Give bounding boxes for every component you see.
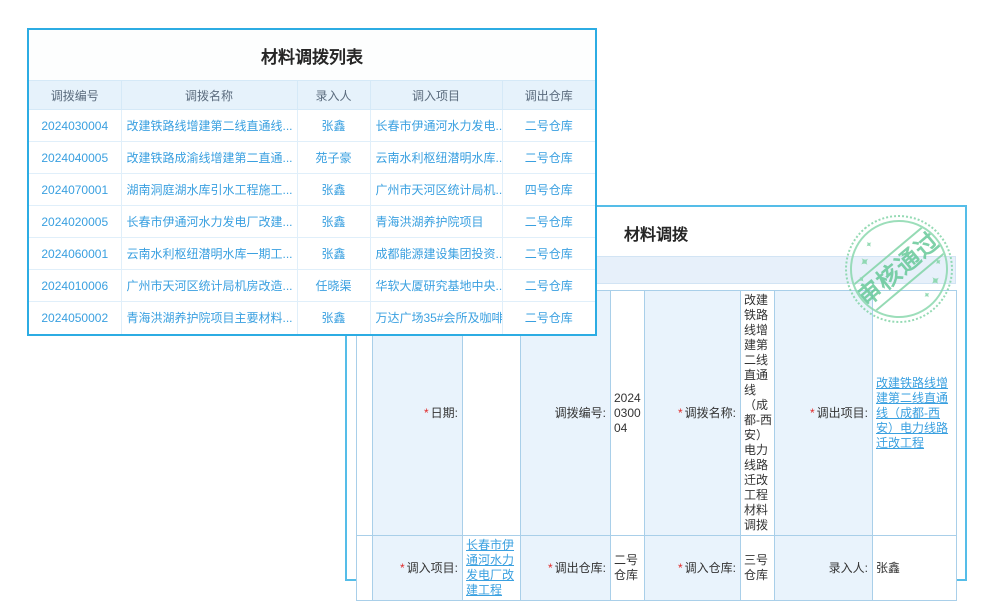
table-row[interactable]: 2024070001湖南洞庭湖水库引水工程施工...张鑫广州市天河区统计局机..… [29,174,595,206]
required-asterisk: * [678,406,683,420]
column-header: 录入人 [297,81,370,110]
list-title: 材料调拨列表 [29,30,595,80]
transfer-name-label: *调拨名称: [645,291,741,536]
table-cell: 广州市天河区统计局机... [370,174,502,206]
table-cell: 云南水利枢纽潜明水库一期工... [121,238,297,270]
table-cell: 2024070001 [29,174,121,206]
table-row[interactable]: 2024060001云南水利枢纽潜明水库一期工...张鑫成都能源建设集团投资..… [29,238,595,270]
table-cell: 2024010006 [29,270,121,302]
out-project-label: *调出项目: [775,291,873,536]
column-header: 调拨编号 [29,81,121,110]
table-cell: 华软大厦研究基地中央... [370,270,502,302]
required-asterisk: * [678,561,683,575]
table-row[interactable]: 2024030004改建铁路线增建第二线直通线...张鑫长春市伊通河水力发电..… [29,110,595,142]
transfer-list-table: 调拨编号调拨名称录入人调入项目调出仓库 2024030004改建铁路线增建第二线… [29,80,595,334]
table-cell: 张鑫 [297,302,370,334]
table-cell: 长春市伊通河水力发电... [370,110,502,142]
table-cell: 二号仓库 [502,206,595,238]
in-warehouse-label: *调入仓库: [645,536,741,601]
table-cell: 二号仓库 [502,142,595,174]
in-warehouse-value: 三号仓库 [741,536,775,601]
table-cell: 湖南洞庭湖水库引水工程施工... [121,174,297,206]
table-cell: 改建铁路线增建第二线直通线... [121,110,297,142]
table-cell: 二号仓库 [502,302,595,334]
table-cell: 二号仓库 [502,238,595,270]
table-cell: 2024020005 [29,206,121,238]
entry-by-value: 张鑫 [873,536,957,601]
transfer-name-value: 改建铁路线增建第二线直通线（成都-西安）电力线路迁改工程材料调拨 [741,291,775,536]
table-cell: 二号仓库 [502,270,595,302]
table-row[interactable]: 2024020005长春市伊通河水力发电厂改建...张鑫青海洪湖养护院项目二号仓… [29,206,595,238]
table-cell: 改建铁路成渝线增建第二直通... [121,142,297,174]
table-cell: 张鑫 [297,174,370,206]
table-row[interactable]: 2024050002青海洪湖养护院项目主要材料...张鑫万达广场35#会所及咖啡… [29,302,595,334]
column-header: 调入项目 [370,81,502,110]
out-warehouse-label: *调出仓库: [521,536,611,601]
list-header-row: 调拨编号调拨名称录入人调入项目调出仓库 [29,81,595,110]
spacer-cell [357,536,373,601]
table-cell: 长春市伊通河水力发电厂改建... [121,206,297,238]
form-row-2: *调入项目: 长春市伊通河水力发电厂改建工程 *调出仓库: 二号仓库 *调入仓库… [357,536,957,601]
table-cell: 2024040005 [29,142,121,174]
table-cell: 2024060001 [29,238,121,270]
table-cell: 二号仓库 [502,110,595,142]
table-cell: 张鑫 [297,206,370,238]
required-asterisk: * [548,561,553,575]
in-project-label: *调入项目: [373,536,463,601]
column-header: 调拨名称 [121,81,297,110]
out-project-value: 改建铁路线增建第二线直通线（成都-西安）电力线路迁改工程 [873,291,957,536]
required-asterisk: * [400,561,405,575]
column-header: 调出仓库 [502,81,595,110]
table-cell: 张鑫 [297,238,370,270]
table-cell: 张鑫 [297,110,370,142]
transfer-number-value: 2024030004 [611,291,645,536]
table-cell: 成都能源建设集团投资... [370,238,502,270]
in-project-link[interactable]: 长春市伊通河水力发电厂改建工程 [466,538,514,597]
out-warehouse-value: 二号仓库 [611,536,645,601]
table-row[interactable]: 2024010006广州市天河区统计局机房改造...任晓渠华软大厦研究基地中央.… [29,270,595,302]
in-project-value: 长春市伊通河水力发电厂改建工程 [463,536,521,601]
table-cell: 青海洪湖养护院项目 [370,206,502,238]
table-cell: 2024030004 [29,110,121,142]
table-cell: 任晓渠 [297,270,370,302]
required-asterisk: * [424,406,429,420]
table-row[interactable]: 2024040005改建铁路成渝线增建第二直通...苑子豪云南水利枢纽潜明水库.… [29,142,595,174]
table-cell: 广州市天河区统计局机房改造... [121,270,297,302]
list-body: 2024030004改建铁路线增建第二线直通线...张鑫长春市伊通河水力发电..… [29,110,595,334]
transfer-list-panel: 材料调拨列表 调拨编号调拨名称录入人调入项目调出仓库 2024030004改建铁… [27,28,597,336]
table-cell: 2024050002 [29,302,121,334]
table-cell: 苑子豪 [297,142,370,174]
entry-by-label: 录入人: [775,536,873,601]
table-cell: 万达广场35#会所及咖啡... [370,302,502,334]
transfer-form-table: *日期: 调拨编号: 2024030004 *调拨名称: 改建铁路线增建第二线直… [356,290,957,601]
required-asterisk: * [810,406,815,420]
out-project-link[interactable]: 改建铁路线增建第二线直通线（成都-西安）电力线路迁改工程 [876,376,948,450]
table-cell: 青海洪湖养护院项目主要材料... [121,302,297,334]
table-cell: 云南水利枢纽潜明水库... [370,142,502,174]
table-cell: 四号仓库 [502,174,595,206]
